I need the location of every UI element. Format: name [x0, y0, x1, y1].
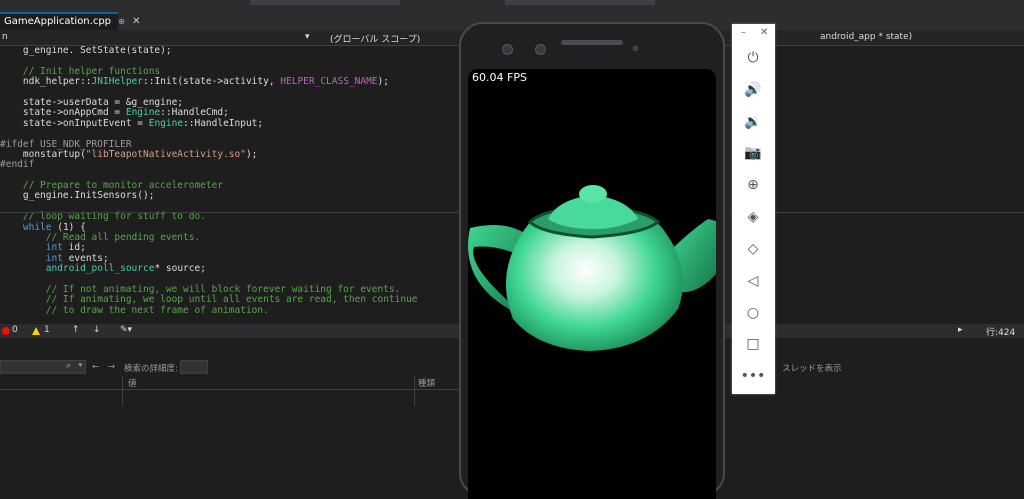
proximity-sensor [633, 46, 638, 51]
earpiece-speaker [561, 40, 623, 45]
nav-function-dropdown[interactable]: android_app * state) [820, 32, 912, 42]
nav-project-dropdown[interactable]: n [2, 32, 8, 42]
rotate-right-icon[interactable]: ◇ [740, 237, 766, 261]
teapot-knob [579, 185, 607, 203]
power-icon[interactable]: ⏻ [740, 46, 766, 70]
tab-title: GameApplication.cpp [4, 16, 112, 27]
error-icon [2, 327, 10, 335]
code-line[interactable]: state->onInputEvent = Engine::HandleInpu… [0, 118, 460, 129]
back-icon[interactable]: ◁ [740, 269, 766, 293]
volume-up-icon[interactable]: 🔊 [740, 78, 766, 102]
teapot-render [468, 185, 716, 351]
code-line[interactable]: g_engine.InitSensors(); [0, 191, 460, 202]
arrow-up-icon[interactable]: ↑ [72, 325, 80, 335]
toolbar-field[interactable] [250, 0, 400, 5]
search-depth-dropdown[interactable] [180, 360, 208, 374]
code-line[interactable]: #endif [0, 160, 460, 170]
more-icon[interactable]: ••• [740, 364, 766, 388]
error-count[interactable]: 0 [12, 325, 18, 335]
nav-scope-dropdown[interactable]: (グローバル スコープ) [330, 32, 420, 45]
emulator-toolbar: – ✕ ⏻ 🔊 🔉 📷 ⊕ ◈ ◇ ◁ ○ □ ••• [732, 24, 775, 394]
close-icon[interactable]: ✕ [760, 27, 768, 38]
camera-icon[interactable]: 📷 [740, 141, 766, 165]
home-icon[interactable]: ○ [740, 301, 766, 325]
toolbar-field[interactable] [505, 0, 655, 5]
back-arrow-icon[interactable]: ← [92, 362, 99, 372]
volume-down-icon[interactable]: 🔉 [740, 110, 766, 134]
chevron-down-icon[interactable]: ▾ [78, 361, 82, 369]
column-value[interactable]: 値 [128, 377, 137, 389]
forward-arrow-icon[interactable]: → [108, 362, 115, 372]
front-sensor [535, 44, 546, 55]
chevron-down-icon[interactable]: ▾ [305, 32, 310, 42]
pin-icon[interactable]: ⊕ [118, 17, 125, 26]
code-line[interactable]: monstartup("libTeapotNativeActivity.so")… [0, 149, 460, 160]
brush-icon[interactable]: ✎▾ [120, 325, 132, 335]
tab-game-application[interactable]: GameApplication.cpp ⊕ ✕ [0, 12, 141, 30]
column-type[interactable]: 種類 [418, 377, 435, 389]
column-header: 値 種類 [0, 376, 460, 390]
search-depth-label: 検索の詳細度: [124, 364, 178, 374]
column-divider[interactable] [414, 376, 415, 406]
code-editor[interactable]: g_engine. SetState(state); // Init helpe… [0, 46, 460, 324]
code-line[interactable]: android_poll_source* source; [0, 263, 460, 274]
arrow-down-icon[interactable]: ↓ [93, 325, 101, 335]
front-camera [502, 44, 513, 55]
rotate-left-icon[interactable]: ◈ [740, 205, 766, 229]
right-navigation: android_app * state) [775, 30, 1024, 488]
warning-icon [32, 327, 40, 335]
code-line[interactable]: g_engine. SetState(state); [0, 46, 460, 56]
code-line[interactable]: ndk_helper::JNIHelper::Init(state->activ… [0, 76, 460, 87]
column-divider[interactable] [122, 376, 123, 406]
search-input[interactable]: ⌕ ▾ [0, 360, 86, 374]
warning-count[interactable]: 1 [44, 325, 50, 335]
emulator-screen[interactable]: 60.04 FPS [468, 69, 716, 499]
search-icon[interactable]: ⌕ [66, 361, 71, 371]
close-icon[interactable]: ✕ [132, 16, 140, 27]
code-line[interactable]: // to draw the next frame of animation. [0, 305, 460, 316]
overview-icon[interactable]: □ [740, 332, 766, 356]
zoom-icon[interactable]: ⊕ [740, 173, 766, 197]
android-emulator-device: 60.04 FPS [459, 22, 725, 499]
minimize-icon[interactable]: – [741, 27, 746, 38]
